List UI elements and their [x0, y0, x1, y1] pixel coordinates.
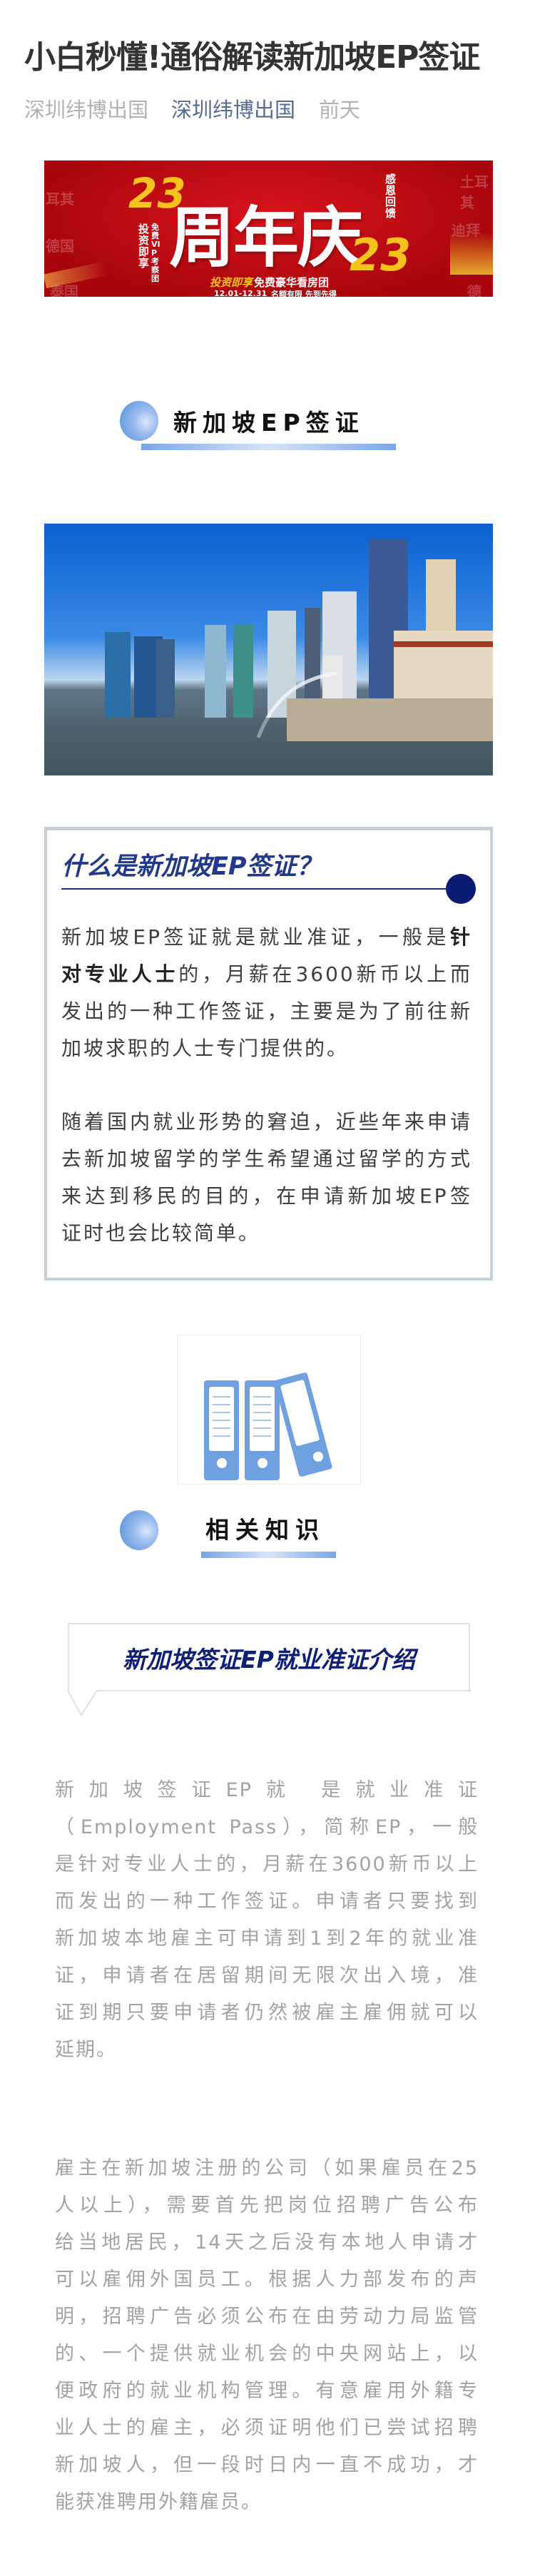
card-title: 什么是新加坡EP签证？ — [61, 852, 322, 881]
text-line: 人以上），需要首先把岗位招聘广告公布 — [55, 2194, 479, 2216]
bold-text: 针 — [449, 925, 472, 949]
speech-bubble-tail — [67, 1689, 471, 1716]
divider-dot — [446, 874, 476, 904]
text-line: 延期。 — [55, 2039, 117, 2061]
text-line: 新加坡签证EP就 是就业准证 — [55, 1779, 479, 1801]
binders-icon — [204, 1373, 332, 1480]
banner-vertical: 免费VIP考察团 — [151, 223, 160, 283]
text-line: 可以雇佣外国员工。根据人力部发布的声 — [55, 2269, 479, 2291]
paragraph: 新加坡签证EP就 是就业准证 （Employment Pass），简称EP，一般… — [55, 1772, 479, 2069]
banner-country: 耳其 — [46, 190, 74, 208]
text-line: 给当地居民，14天之后没有本地人申请才 — [55, 2231, 479, 2254]
card-divider — [61, 888, 461, 890]
banner-slogan: 投资即享 — [210, 276, 253, 289]
card-paragraph: 随着国内就业形势的窘迫，近些年来申请 去新加坡留学的学生希望通过留学的方式 来达… — [61, 1104, 472, 1252]
banner-headline: 周年庆 — [169, 200, 363, 276]
section-heading: 新加坡EP签证 — [173, 409, 365, 437]
account-link[interactable]: 深圳纬博出国 — [171, 93, 295, 123]
text-line: 能获准聘用外籍雇员。 — [55, 2491, 262, 2513]
text-line: 去新加坡留学的学生希望通过留学的方式 — [61, 1147, 472, 1171]
banner-number: 23 — [350, 229, 412, 281]
text: 的，月薪在3600新币以上而 — [178, 962, 472, 986]
banner-slogan: 免费豪华看房团 — [254, 276, 330, 289]
bold-text: 对专业人士 — [61, 962, 179, 986]
sphere-icon — [120, 1510, 158, 1550]
text-line: 新加坡本地雇主可申请到1到2年的就业准 — [55, 1928, 479, 1950]
binders-image — [177, 1335, 361, 1485]
text-line: 证，申请者在居留期间无限次出入境，准 — [55, 1965, 479, 1987]
heading-underline — [141, 444, 396, 450]
text-line: 新加坡人，但一段时日内一直不成功，才 — [55, 2454, 479, 2476]
subheading: 新加坡签证EP就业准证介绍 — [123, 1646, 415, 1674]
section-heading: 相关知识 — [205, 1516, 325, 1544]
sphere-icon — [120, 401, 158, 441]
banner-vertical: 投资即享 — [138, 223, 150, 270]
article-title: 小白秒懂!通俗解读新加坡EP签证 — [24, 39, 480, 76]
text-line: 发出的一种工作签证，主要是为了前往新 — [61, 999, 472, 1023]
banner-country: 德国 — [46, 238, 74, 255]
text-line: 便政府的就业机构管理。有意雇用外籍专 — [55, 2380, 479, 2402]
text: 新加坡EP签证就是就业准证，一般是 — [61, 925, 450, 949]
singapore-skyline-photo — [44, 524, 493, 775]
text-line: 证到期只要申请者仍然被雇主雇佣就可以 — [55, 2002, 479, 2024]
text-line: 的、一个提供就业机会的中央网站上，以 — [55, 2343, 479, 2365]
text-line: 随着国内就业形势的窘迫，近些年来申请 — [61, 1110, 472, 1134]
paragraph: 雇主在新加坡注册的公司（如果雇员在25 人以上），需要首先把岗位招聘广告公布 给… — [55, 2150, 479, 2521]
publish-time: 前天 — [319, 98, 361, 122]
gold-city — [450, 232, 493, 275]
text-line: 新加坡EP签证就是就业准证，一般是针 — [61, 919, 472, 956]
text-line: 明，招聘广告必须公布在由劳动力局监管 — [55, 2306, 479, 2328]
text-line: 对专业人士的，月薪在3600新币以上而 — [61, 956, 472, 993]
text-line: （Employment Pass），简称EP，一般 — [55, 1816, 479, 1838]
text-line: 证时也会比较简单。 — [61, 1221, 261, 1245]
anniversary-banner[interactable]: 耳其 德国 泰国 土耳其 迪拜 德国 23 周年庆 23 感恩回馈 投资即享 免… — [44, 161, 493, 297]
text-line: 来达到移民的目的，在申请新加坡EP签 — [61, 1184, 472, 1208]
text-line: 雇主在新加坡注册的公司（如果雇员在25 — [55, 2157, 479, 2179]
banner-country: 德国 — [467, 283, 482, 297]
banner-country: 土耳其 — [460, 173, 489, 211]
author: 深圳纬博出国 — [24, 98, 149, 122]
text-line: 加坡求职的人士专门提供的。 — [61, 1037, 350, 1060]
banner-note: 名额有限 先到先得 — [271, 290, 337, 297]
text-line: 是针对专业人士的，月薪在3600新币以上 — [55, 1853, 479, 1875]
banner-vertical: 感恩回馈 — [385, 173, 397, 220]
banner-dates: 12.01-12.31 — [214, 289, 268, 297]
card-paragraph: 新加坡EP签证就是就业准证，一般是针 对专业人士的，月薪在3600新币以上而 发… — [61, 919, 472, 1067]
skyline-illustration — [44, 539, 493, 775]
text-line: 而发出的一种工作签证。申请者只要找到 — [55, 1890, 479, 1913]
heading-underline — [201, 1552, 336, 1558]
text-line: 业人士的雇主，必须证明他们已尝试招聘 — [55, 2417, 479, 2439]
